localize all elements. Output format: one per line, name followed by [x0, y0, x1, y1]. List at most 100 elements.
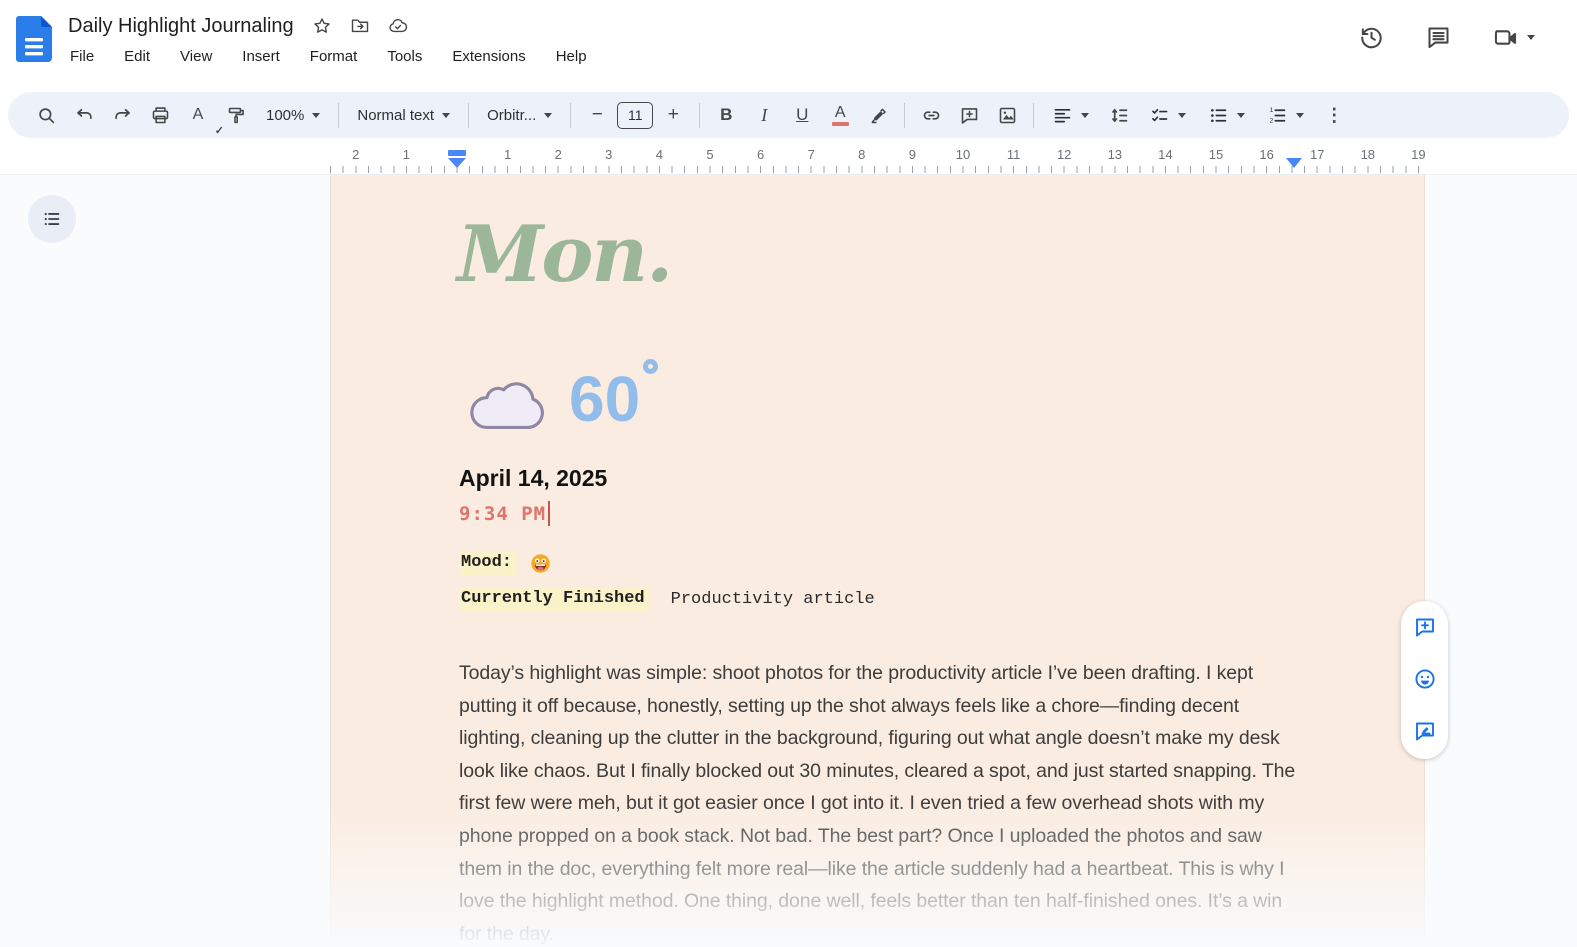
- document-outline-button[interactable]: [28, 195, 76, 243]
- right-indent-marker[interactable]: [1286, 158, 1302, 168]
- ruler-number: 11: [1007, 147, 1021, 162]
- print-icon: [150, 105, 171, 126]
- chevron-down-icon: [1237, 113, 1245, 118]
- ruler-ticks: [330, 166, 1425, 173]
- meet-call-button[interactable]: [1492, 24, 1535, 51]
- currently-finished-value: Productivity article: [671, 590, 875, 609]
- bold-button[interactable]: B: [708, 97, 744, 133]
- menu-insert[interactable]: Insert: [240, 46, 282, 67]
- ruler-number: 1: [504, 147, 511, 162]
- ruler-number: 16: [1259, 147, 1273, 162]
- menu-file[interactable]: File: [68, 46, 96, 67]
- day-heading: Mon.: [457, 209, 671, 300]
- redo-icon: [112, 105, 133, 126]
- highlighter-icon: [868, 105, 889, 126]
- insert-image-button[interactable]: [989, 97, 1025, 133]
- comments-icon[interactable]: [1425, 24, 1452, 51]
- menu-extensions[interactable]: Extensions: [450, 46, 527, 67]
- divider: [699, 103, 700, 128]
- underline-button[interactable]: U: [784, 97, 820, 133]
- chevron-down-icon: [312, 113, 320, 118]
- paint-roller-icon: [226, 105, 247, 126]
- time-text: 9:34 PM: [459, 501, 550, 526]
- video-camera-icon: [1492, 24, 1519, 51]
- add-comment-icon: [959, 105, 980, 126]
- decrease-font-size-button[interactable]: −: [579, 97, 615, 133]
- menu-edit[interactable]: Edit: [122, 46, 152, 67]
- document-workspace: Mon. 60 April 14, 2025 9:34 PM Mood:: [0, 174, 1577, 947]
- menu-help[interactable]: Help: [554, 46, 589, 67]
- add-comment-button-floating[interactable]: [1412, 615, 1438, 641]
- ruler-number: 4: [656, 147, 663, 162]
- print-button[interactable]: [142, 97, 178, 133]
- align-dropdown[interactable]: [1042, 97, 1099, 133]
- highlight-color-button[interactable]: [860, 97, 896, 133]
- menu-format[interactable]: Format: [308, 46, 360, 67]
- checklist-dropdown[interactable]: [1139, 97, 1196, 133]
- text-color-button[interactable]: A: [822, 97, 858, 133]
- svg-text:2: 2: [1270, 117, 1274, 124]
- suggest-edits-button[interactable]: [1412, 719, 1438, 745]
- italic-button[interactable]: I: [746, 97, 782, 133]
- move-folder-icon[interactable]: [350, 16, 370, 36]
- line-spacing-button[interactable]: [1101, 97, 1137, 133]
- ruler: 2112345678910111213141516171819: [0, 146, 1577, 174]
- emoji-reaction-icon: [1413, 667, 1437, 691]
- add-emoji-reaction-button[interactable]: [1412, 667, 1438, 693]
- google-docs-logo-icon[interactable]: [16, 16, 52, 62]
- checklist-icon: [1149, 105, 1170, 126]
- add-comment-button[interactable]: [951, 97, 987, 133]
- chevron-down-icon: [1178, 113, 1186, 118]
- menu-view[interactable]: View: [178, 46, 214, 67]
- cloud-icon: [465, 373, 553, 435]
- redo-button[interactable]: [104, 97, 140, 133]
- spellcheck-button[interactable]: A✓: [180, 97, 216, 133]
- star-icon[interactable]: [312, 16, 332, 36]
- ruler-number: 9: [909, 147, 916, 162]
- ruler-number: 19: [1411, 147, 1425, 162]
- align-left-icon: [1052, 105, 1073, 126]
- left-indent-marker[interactable]: [448, 150, 466, 168]
- undo-icon: [74, 105, 95, 126]
- document-title[interactable]: Daily Highlight Journaling: [68, 15, 294, 38]
- font-dropdown[interactable]: Orbitr...: [477, 97, 562, 133]
- divider: [1033, 103, 1034, 128]
- cloud-saved-icon[interactable]: [388, 16, 408, 36]
- insert-link-button[interactable]: [913, 97, 949, 133]
- version-history-icon[interactable]: [1358, 24, 1385, 51]
- ruler-number: 14: [1158, 147, 1172, 162]
- text-cursor: [548, 501, 550, 526]
- menu-bar: File Edit View Insert Format Tools Exten…: [68, 46, 589, 67]
- more-options-button[interactable]: ⋮: [1316, 97, 1352, 133]
- ruler-number: 18: [1361, 147, 1375, 162]
- chevron-down-icon: [544, 113, 552, 118]
- chevron-down-icon: [1296, 113, 1304, 118]
- journal-paragraph[interactable]: Today’s highlight was simple: shoot phot…: [459, 657, 1297, 947]
- app-header: Daily Highlight Journaling: [0, 0, 1577, 88]
- increase-font-size-button[interactable]: +: [655, 97, 691, 133]
- ruler-number: 6: [757, 147, 764, 162]
- zoom-dropdown[interactable]: 100%: [256, 97, 330, 133]
- ruler-number: 10: [956, 147, 970, 162]
- mood-label: Mood:: [459, 551, 516, 575]
- bulleted-list-dropdown[interactable]: [1198, 97, 1255, 133]
- menu-tools[interactable]: Tools: [385, 46, 424, 67]
- chevron-down-icon: [1081, 113, 1089, 118]
- undo-button[interactable]: [66, 97, 102, 133]
- chevron-down-icon: [1527, 35, 1535, 40]
- font-size-input[interactable]: 11: [617, 102, 653, 129]
- ruler-number: 1: [403, 147, 410, 162]
- ruler-number: 5: [706, 147, 713, 162]
- document-page[interactable]: Mon. 60 April 14, 2025 9:34 PM Mood:: [330, 175, 1425, 936]
- paragraph-style-dropdown[interactable]: Normal text: [347, 97, 460, 133]
- divider: [338, 103, 339, 128]
- ruler-number: 3: [605, 147, 612, 162]
- numbered-list-dropdown[interactable]: 1 2: [1257, 97, 1314, 133]
- currently-finished-label: Currently Finished: [459, 587, 649, 611]
- search-menus-button[interactable]: [28, 97, 64, 133]
- divider: [904, 103, 905, 128]
- toolbar: A✓ 100% Normal text Orbitr... − 11 + B: [8, 92, 1569, 138]
- text-color-icon: A: [832, 105, 849, 126]
- date-text: April 14, 2025: [459, 465, 607, 492]
- ruler-number: 2: [555, 147, 562, 162]
